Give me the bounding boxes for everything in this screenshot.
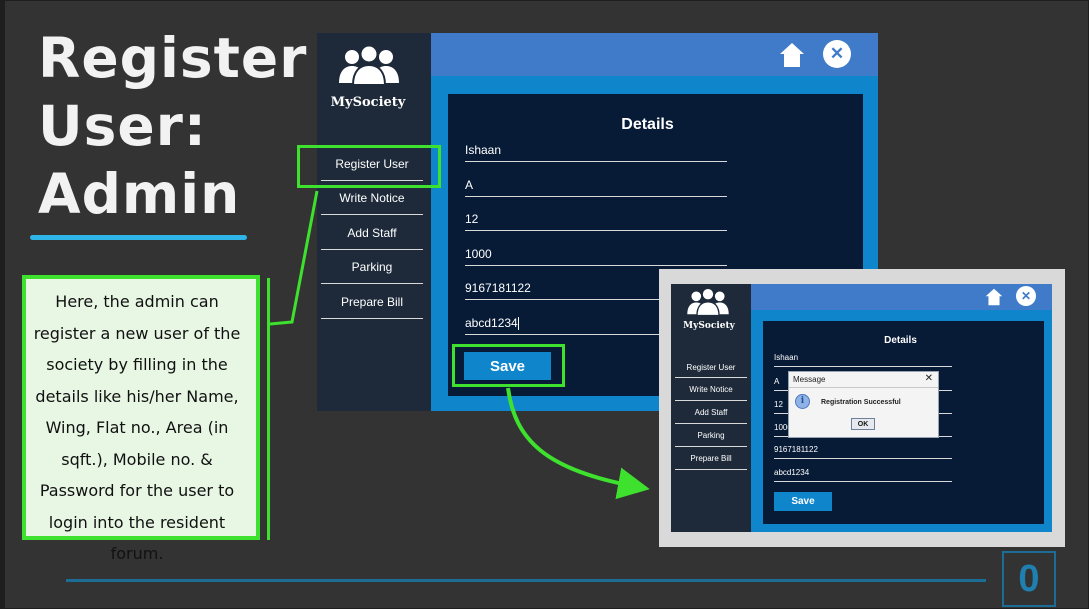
page-number: 0 <box>1018 558 1040 600</box>
connector-line <box>269 190 319 326</box>
result-arrow <box>506 387 650 500</box>
connector-overlay <box>269 190 650 500</box>
footer-divider <box>66 579 986 582</box>
